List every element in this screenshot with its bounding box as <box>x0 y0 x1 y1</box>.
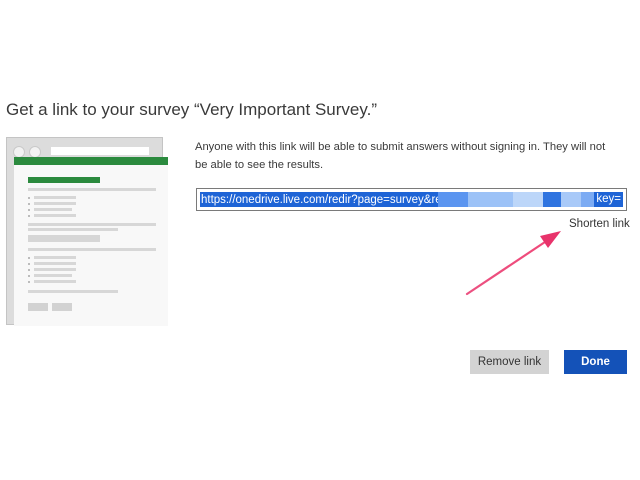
preview-line <box>28 290 118 293</box>
redacted-segment <box>543 192 561 207</box>
address-bar-shape <box>51 147 149 155</box>
redacted-segment <box>561 192 581 207</box>
preview-line <box>34 280 76 283</box>
preview-line <box>28 228 118 231</box>
preview-line <box>34 262 76 265</box>
survey-link-url-tail: key= <box>594 192 621 207</box>
preview-line <box>34 268 76 271</box>
preview-button-shape <box>28 303 48 311</box>
survey-link-url: https://onedrive.live.com/redir?page=sur… <box>201 193 478 206</box>
link-description: Anyone with this link will be able to su… <box>195 141 606 171</box>
preview-page <box>14 157 168 326</box>
preview-line <box>34 202 76 205</box>
preview-line <box>34 274 72 277</box>
preview-line <box>34 214 76 217</box>
preview-line <box>34 208 72 211</box>
preview-line <box>34 196 76 199</box>
selected-link-text[interactable]: https://onedrive.live.com/redir?page=sur… <box>200 192 623 207</box>
done-button[interactable]: Done <box>564 350 627 374</box>
remove-link-button[interactable]: Remove link <box>470 350 549 374</box>
redacted-segment <box>468 192 513 207</box>
redacted-segment <box>513 192 543 207</box>
preview-block <box>28 235 100 242</box>
preview-line <box>28 188 156 191</box>
survey-preview-illustration <box>6 137 168 326</box>
dialog-title: Get a link to your survey “Very Importan… <box>6 100 377 119</box>
preview-button-shape <box>52 303 72 311</box>
preview-line <box>28 248 156 251</box>
redacted-segment <box>438 192 468 207</box>
preview-line <box>28 223 156 226</box>
preview-header-bar <box>14 157 168 165</box>
preview-line <box>34 256 76 259</box>
survey-link-field[interactable]: https://onedrive.live.com/redir?page=sur… <box>196 188 627 211</box>
preview-heading-bar <box>28 177 100 183</box>
shorten-link[interactable]: Shorten link <box>569 218 630 230</box>
